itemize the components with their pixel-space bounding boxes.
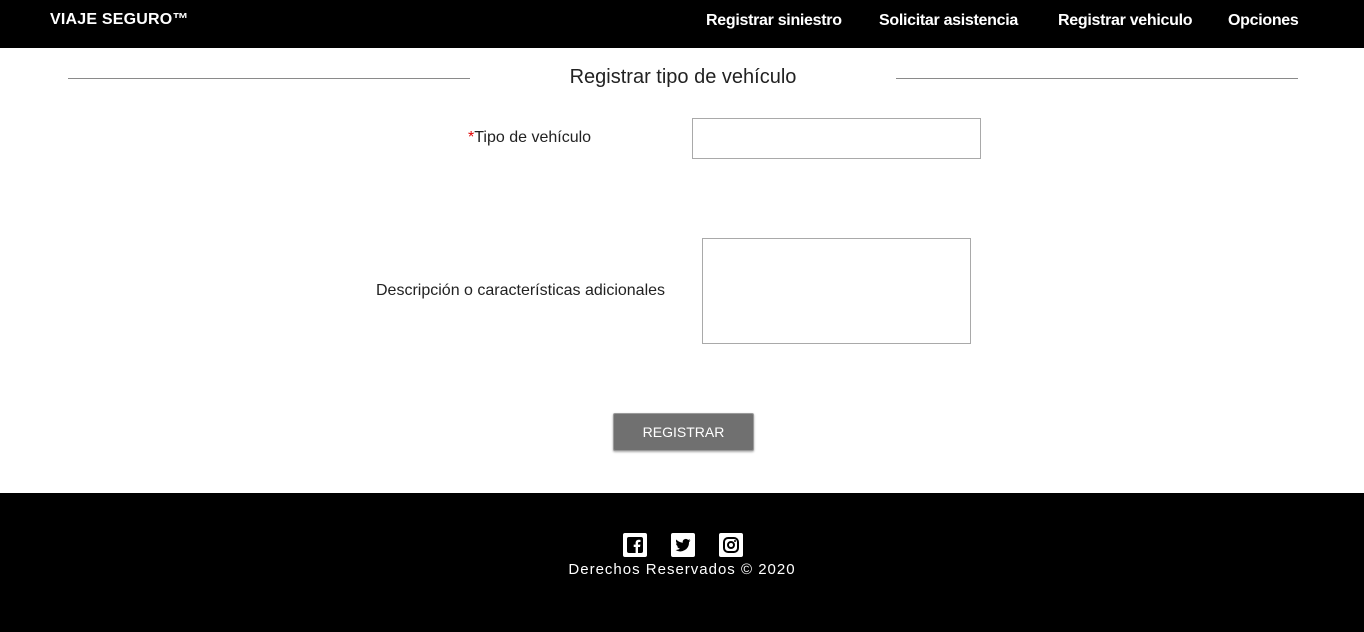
- tipo-vehiculo-label-text: Tipo de vehículo: [474, 129, 592, 146]
- top-navbar: VIAJE SEGURO™ Registrar siniestro Solici…: [0, 0, 1364, 48]
- twitter-link[interactable]: [671, 533, 695, 557]
- form-title: Registrar tipo de vehículo: [569, 66, 797, 88]
- copyright-text: Derechos Reservados © 2020: [568, 561, 796, 578]
- title-divider-left: [68, 78, 470, 79]
- descripcion-label: Descripción o características adicionale…: [376, 282, 666, 299]
- nav-registrar-vehiculo[interactable]: Registrar vehiculo: [1058, 12, 1193, 30]
- instagram-icon: [723, 537, 739, 553]
- registrar-button[interactable]: REGISTRAR: [613, 413, 754, 451]
- tipo-vehiculo-label: *Tipo de vehículo: [468, 129, 591, 147]
- facebook-link[interactable]: [623, 533, 647, 557]
- brand-logo-text[interactable]: VIAJE SEGURO™: [50, 11, 189, 29]
- instagram-link[interactable]: [719, 533, 743, 557]
- nav-solicitar-asistencia[interactable]: Solicitar asistencia: [879, 12, 1018, 30]
- title-divider-right: [896, 78, 1298, 79]
- nav-registrar-siniestro[interactable]: Registrar siniestro: [706, 12, 842, 30]
- facebook-icon: [627, 537, 643, 553]
- descripcion-textarea[interactable]: [702, 238, 971, 344]
- twitter-icon: [675, 538, 691, 552]
- nav-opciones[interactable]: Opciones: [1228, 12, 1299, 30]
- tipo-vehiculo-input[interactable]: [692, 118, 981, 159]
